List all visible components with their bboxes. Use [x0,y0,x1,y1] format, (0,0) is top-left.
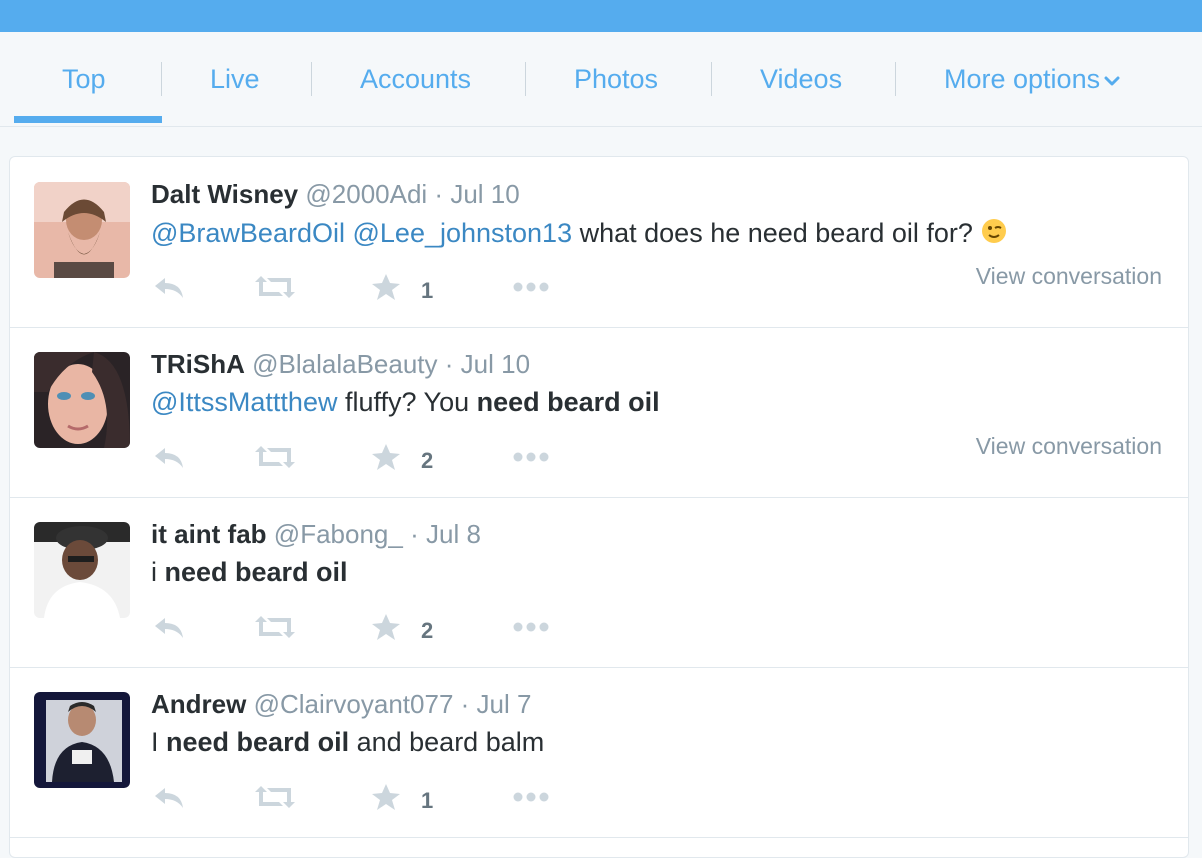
more-icon[interactable] [511,782,553,812]
tweet-text: I need beard oil and beard balm [151,727,544,758]
tweet-text-content: what does he need beard oil for? [579,218,973,248]
mention-link[interactable]: @IttssMattthew [151,387,337,417]
user-handle[interactable]: @Fabong_ [274,519,403,549]
tweet-header: Andrew @Clairvoyant077 · Jul 7 [151,689,531,720]
tweet-item: TRiShA @BlalalaBeauty · Jul 10 @IttssMat… [10,327,1188,498]
separator-dot: · [410,519,419,549]
retweet-icon[interactable] [253,272,297,302]
separator-dot: · [444,349,454,379]
tweet-text: @BrawBeardOil @Lee_johnston13 what does … [151,217,1008,249]
winking-face-icon [982,219,1007,243]
tweet-text-content: fluffy? You [344,387,470,417]
avatar[interactable] [34,352,130,448]
chevron-down-icon [1104,76,1120,86]
retweet-icon[interactable] [253,612,297,642]
more-options-label: More options [944,64,1101,94]
tab-live[interactable]: Live [210,62,260,96]
tweet-actions: 2 [151,442,751,473]
tweet-text-content: I [151,727,159,757]
separator-dot: · [460,689,470,719]
tab-separator [161,62,162,96]
tweet-actions: 1 [151,272,751,303]
like-count: 2 [421,448,434,473]
tab-top[interactable]: Top [62,62,106,96]
more-icon[interactable] [511,612,553,642]
favorite-star-icon[interactable] [369,612,403,642]
tweet-item: it aint fab @Fabong_ · Jul 8 i need bear… [10,497,1188,668]
search-term-highlight: need beard oil [166,727,350,757]
like-count: 1 [421,788,434,813]
like-count: 1 [421,278,434,303]
user-fullname[interactable]: it aint fab [151,519,267,549]
tab-videos[interactable]: Videos [760,62,842,96]
tab-accounts[interactable]: Accounts [360,62,471,96]
avatar[interactable] [34,692,130,788]
tab-separator [895,62,896,96]
favorite-star-icon[interactable] [369,272,403,302]
active-tab-indicator [14,116,162,123]
separator-dot: · [434,179,444,209]
tweet-text: i need beard oil [151,557,348,588]
tweet-header: TRiShA @BlalalaBeauty · Jul 10 [151,349,530,380]
tweet-timestamp[interactable]: Jul 8 [426,519,481,549]
tweet-actions: 2 [151,612,751,643]
view-conversation-link[interactable]: View conversation [976,263,1162,290]
tweet-timestamp[interactable]: Jul 10 [461,349,530,379]
tweet-item: Andrew @Clairvoyant077 · Jul 7 I need be… [10,667,1188,838]
tweet-text: @IttssMattthew fluffy? You need beard oi… [151,387,660,418]
retweet-icon[interactable] [253,782,297,812]
search-filter-tabs: Top Live Accounts Photos Videos More opt… [0,32,1202,127]
reply-icon[interactable] [151,782,187,812]
tab-separator [525,62,526,96]
tab-separator [711,62,712,96]
tweet-timestamp[interactable]: Jul 7 [477,689,532,719]
avatar[interactable] [34,182,130,278]
reply-icon[interactable] [151,272,187,302]
tweet-stream: Dalt Wisney @2000Adi · Jul 10 @BrawBeard… [9,156,1189,858]
tweet-actions: 1 [151,782,751,813]
avatar[interactable] [34,522,130,618]
retweet-icon[interactable] [253,442,297,472]
tab-separator [311,62,312,96]
favorite-star-icon[interactable] [369,782,403,812]
reply-icon[interactable] [151,612,187,642]
top-navigation-bar [0,0,1202,32]
favorite-star-icon[interactable] [369,442,403,472]
tweet-header: it aint fab @Fabong_ · Jul 8 [151,519,481,550]
tweet-item: Dalt Wisney @2000Adi · Jul 10 @BrawBeard… [10,157,1188,328]
tab-more-options[interactable]: More options [944,62,1120,96]
view-conversation-link[interactable]: View conversation [976,433,1162,460]
tweet-text-content: and beard balm [356,727,545,757]
reply-icon[interactable] [151,442,187,472]
tweet-text-content: i [151,557,157,587]
mention-link[interactable]: @BrawBeardOil [151,218,345,248]
user-fullname[interactable]: Andrew [151,689,246,719]
user-fullname[interactable]: Dalt Wisney [151,179,298,209]
user-fullname[interactable]: TRiShA [151,349,245,379]
mention-link[interactable]: @Lee_johnston13 [353,218,573,248]
user-handle[interactable]: @BlalalaBeauty [252,349,437,379]
user-handle[interactable]: @2000Adi [305,179,427,209]
more-icon[interactable] [511,272,553,302]
more-icon[interactable] [511,442,553,472]
tweet-timestamp[interactable]: Jul 10 [450,179,519,209]
tab-photos[interactable]: Photos [574,62,658,96]
search-term-highlight: need beard oil [476,387,660,417]
user-handle[interactable]: @Clairvoyant077 [254,689,454,719]
search-term-highlight: need beard oil [164,557,348,587]
like-count: 2 [421,618,434,643]
tweet-header: Dalt Wisney @2000Adi · Jul 10 [151,179,520,210]
